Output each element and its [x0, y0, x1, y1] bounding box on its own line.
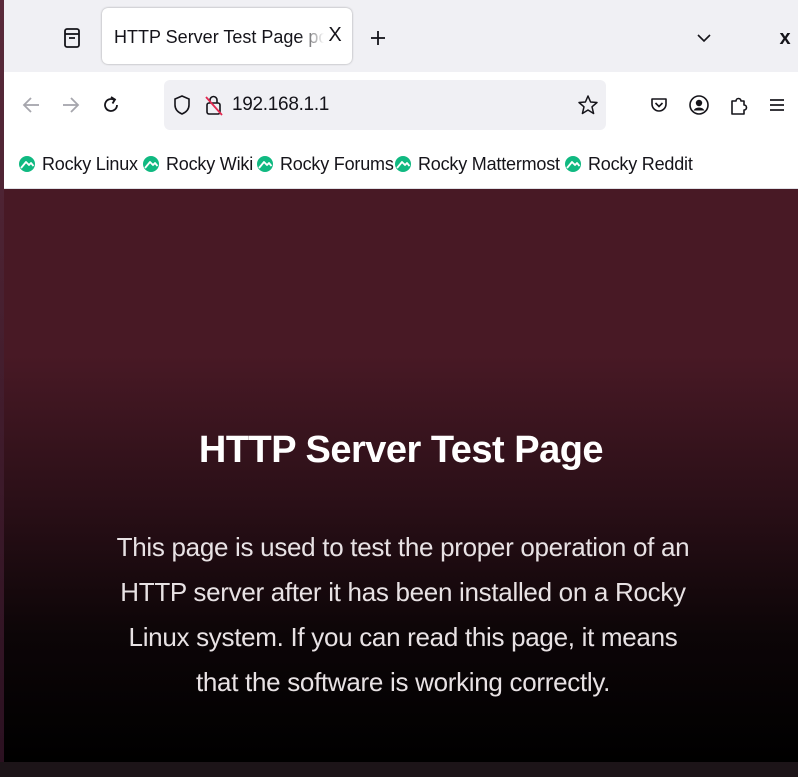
bookmark-label: Rocky Reddit — [588, 153, 693, 174]
bookmarks-toolbar: Rocky Linux Rocky Wiki Rocky Forums Rock… — [4, 140, 798, 189]
bookmark-rocky-mattermost[interactable]: Rocky Mattermost — [394, 152, 560, 176]
firefox-view-button[interactable] — [56, 22, 88, 54]
chevron-down-icon — [697, 34, 711, 43]
bookmark-page-button[interactable] — [576, 93, 600, 117]
window-close-button[interactable]: x — [772, 22, 798, 54]
account-button[interactable] — [682, 88, 716, 122]
list-all-tabs-button[interactable] — [688, 22, 720, 54]
navigation-toolbar: 192.168.1.1 — [4, 72, 798, 140]
firefox-view-icon — [64, 28, 80, 48]
page-description: This page is used to test the proper ope… — [116, 532, 690, 697]
tracking-protection-button[interactable] — [170, 93, 194, 117]
tab-title: HTTP Server Test Page powered by Rocky L… — [114, 27, 324, 47]
reload-button[interactable] — [94, 88, 128, 122]
tab-active[interactable]: HTTP Server Test Page powered by Rocky L… — [102, 8, 352, 64]
insecure-lock-icon — [205, 95, 223, 116]
extensions-button[interactable] — [722, 88, 756, 122]
bookmark-label: Rocky Linux — [42, 153, 138, 174]
page-title: HTTP Server Test Page — [198, 429, 604, 471]
account-icon — [689, 95, 709, 115]
bookmark-rocky-reddit[interactable]: Rocky Reddit — [564, 152, 693, 176]
back-button[interactable] — [14, 88, 48, 122]
bookmark-rocky-linux[interactable]: Rocky Linux — [18, 152, 138, 176]
star-icon — [578, 95, 598, 115]
plus-icon — [371, 31, 385, 45]
reload-icon — [104, 96, 118, 112]
url-text[interactable]: 192.168.1.1 — [232, 94, 329, 116]
arrow-right-icon — [63, 97, 80, 113]
bookmark-rocky-wiki[interactable]: Rocky Wiki — [142, 152, 253, 176]
browser-window: HTTP Server Test Page powered by Rocky L… — [4, 0, 798, 762]
pocket-icon — [651, 98, 667, 112]
pocket-button[interactable] — [642, 88, 676, 122]
hamburger-menu-icon — [770, 99, 784, 111]
rocky-logo-icon — [395, 156, 411, 172]
tab-close-button[interactable]: X — [324, 24, 346, 46]
new-tab-button[interactable] — [362, 22, 394, 54]
site-security-button[interactable] — [202, 93, 226, 117]
arrow-left-icon — [22, 97, 39, 113]
url-bar[interactable]: 192.168.1.1 — [164, 80, 606, 130]
bookmark-label: Rocky Mattermost — [418, 153, 560, 174]
rocky-logo-icon — [565, 156, 581, 172]
page-content: HTTP Server Test Page This page is used … — [4, 189, 798, 762]
bookmark-label: Rocky Wiki — [166, 153, 253, 174]
forward-button[interactable] — [54, 88, 88, 122]
bookmark-label: Rocky Forums — [280, 153, 394, 174]
shield-icon — [174, 95, 190, 115]
tab-strip: HTTP Server Test Page powered by Rocky L… — [4, 0, 798, 72]
rocky-logo-icon — [143, 156, 159, 172]
puzzle-icon — [731, 97, 748, 115]
bookmark-rocky-forums[interactable]: Rocky Forums — [256, 152, 394, 176]
desktop-taskbar-edge — [0, 762, 798, 777]
menu-button[interactable] — [760, 88, 794, 122]
rocky-logo-icon — [19, 156, 35, 172]
rocky-logo-icon — [257, 156, 273, 172]
